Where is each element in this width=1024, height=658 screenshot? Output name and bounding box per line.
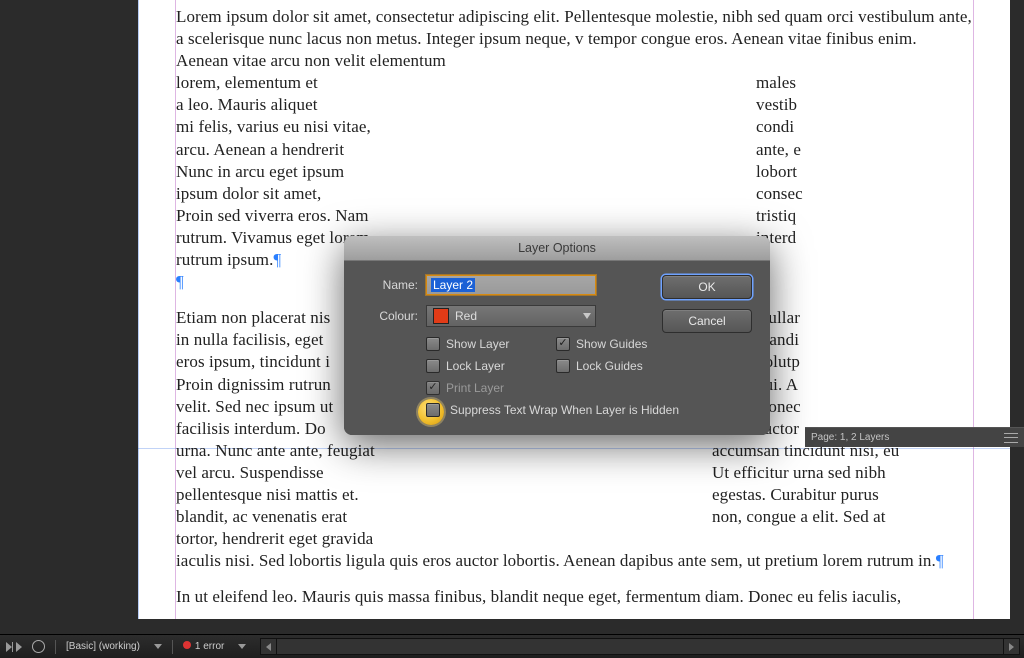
margin-guide-right bbox=[973, 0, 974, 619]
horizontal-scrollbar[interactable] bbox=[260, 638, 1020, 655]
preflight-icon[interactable] bbox=[32, 640, 45, 653]
show-layer-checkbox[interactable]: Show Layer bbox=[426, 337, 556, 351]
colour-label: Colour: bbox=[362, 309, 418, 323]
lock-layer-checkbox[interactable]: Lock Layer bbox=[426, 359, 556, 373]
show-guides-checkbox[interactable]: Show Guides bbox=[556, 337, 706, 351]
paragraph-style-indicator[interactable]: [Basic] (working) bbox=[66, 641, 140, 652]
colour-name: Red bbox=[455, 309, 477, 323]
layers-summary: Page: 1, 2 Layers bbox=[811, 428, 889, 448]
scroll-left-icon[interactable] bbox=[261, 639, 277, 654]
status-bar: [Basic] (working) 1 error bbox=[0, 634, 1024, 658]
chevron-down-icon[interactable] bbox=[238, 644, 246, 649]
layer-colour-select[interactable]: Red bbox=[426, 305, 596, 327]
para3: In ut eleifend leo. Mauris quis massa fi… bbox=[176, 586, 972, 608]
layer-name-input[interactable]: Layer 2 bbox=[426, 275, 596, 295]
cancel-button[interactable]: Cancel bbox=[662, 309, 752, 333]
name-label: Name: bbox=[362, 278, 418, 292]
lock-guides-checkbox[interactable]: Lock Guides bbox=[556, 359, 706, 373]
colour-swatch bbox=[433, 308, 449, 324]
suppress-text-wrap-label: Suppress Text Wrap When Layer is Hidden bbox=[450, 403, 679, 417]
ok-button[interactable]: OK bbox=[662, 275, 752, 299]
page-edge-left bbox=[138, 0, 139, 619]
errors-indicator[interactable]: 1 error bbox=[183, 641, 224, 652]
layer-name-value: Layer 2 bbox=[431, 278, 475, 292]
error-dot-icon bbox=[183, 641, 191, 649]
layers-panel-header[interactable]: Page: 1, 2 Layers bbox=[805, 427, 1024, 447]
panel-menu-icon[interactable] bbox=[1004, 433, 1018, 443]
suppress-text-wrap-checkbox[interactable] bbox=[426, 403, 440, 417]
layer-options-dialog: Layer Options Name: Layer 2 Colour: Red … bbox=[344, 236, 770, 435]
para1-top: Lorem ipsum dolor sit amet, consectetur … bbox=[176, 6, 972, 72]
chevron-down-icon bbox=[583, 313, 591, 319]
scroll-right-icon[interactable] bbox=[1003, 639, 1019, 654]
pilcrow: ¶ bbox=[936, 551, 944, 570]
print-layer-checkbox: Print Layer bbox=[426, 381, 556, 395]
pilcrow: ¶ bbox=[273, 250, 281, 269]
pilcrow: ¶ bbox=[176, 272, 184, 291]
divider bbox=[172, 640, 173, 654]
para2-bottom: iaculis nisi. Sed lobortis ligula quis e… bbox=[176, 550, 972, 572]
divider bbox=[55, 640, 56, 654]
dialog-title: Layer Options bbox=[344, 236, 770, 261]
chevron-down-icon[interactable] bbox=[154, 644, 162, 649]
